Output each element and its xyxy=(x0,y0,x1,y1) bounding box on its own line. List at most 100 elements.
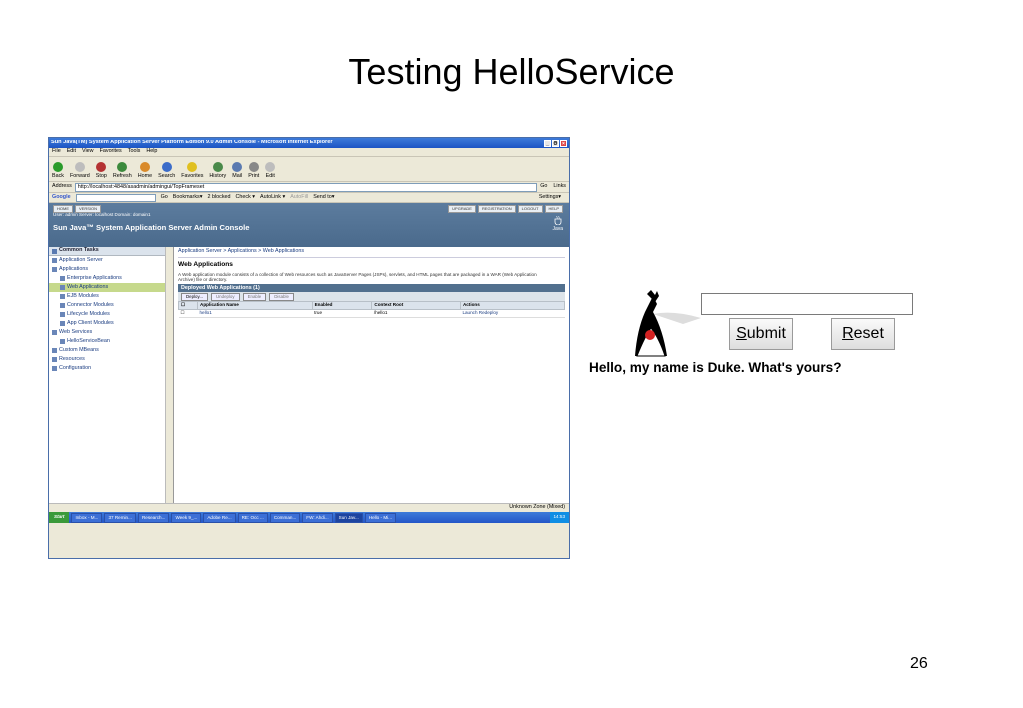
toolbar-button-mail[interactable]: Mail xyxy=(232,161,243,179)
row-actions[interactable]: Launch Redeploy xyxy=(460,309,565,318)
common-tasks-link[interactable]: Common Tasks xyxy=(49,247,173,256)
menu-view[interactable]: View xyxy=(82,148,94,154)
app-name-link[interactable]: hello1 xyxy=(197,309,313,318)
taskbar-item[interactable]: Hello - Mi... xyxy=(364,512,396,523)
logout-button[interactable]: LOGOUT xyxy=(517,205,543,213)
server-icon xyxy=(52,258,57,263)
google-search-input[interactable] xyxy=(75,193,156,202)
start-button[interactable]: Start xyxy=(49,512,70,523)
bookmarks-button[interactable]: Bookmarks▾ xyxy=(173,194,203,200)
tree-item[interactable]: Custom MBeans xyxy=(49,346,173,355)
disable-button[interactable]: Disable xyxy=(269,292,294,302)
tree-item[interactable]: Web Applications xyxy=(49,283,173,292)
tree-item[interactable]: App Client Modules xyxy=(49,319,173,328)
tree-item[interactable]: Applications xyxy=(49,265,173,274)
browser-window: Sun Java(TM) System Application Server P… xyxy=(48,137,570,559)
popup-blocked-button[interactable]: 2 blocked xyxy=(207,194,230,200)
taskbar-item[interactable]: Inbox - M... xyxy=(71,512,103,523)
reset-button[interactable]: Reset xyxy=(831,318,895,350)
deploy-button[interactable]: Deploy... xyxy=(181,292,209,302)
app-icon xyxy=(60,276,65,281)
enable-button[interactable]: Enable xyxy=(242,292,267,302)
links-button[interactable]: Links xyxy=(553,183,566,189)
address-input[interactable]: http://localhost:4848/asadmin/admingui/T… xyxy=(74,182,538,192)
breadcrumb[interactable]: Application Server > Applications > Web … xyxy=(178,248,565,258)
toolbar-button-search[interactable]: Search xyxy=(158,161,175,179)
taskbar-item[interactable]: RE: Occ ... xyxy=(237,512,268,523)
close-button[interactable]: × xyxy=(560,139,567,147)
toolbar-button-back[interactable]: Back xyxy=(52,161,64,179)
undeploy-button[interactable]: Undeploy xyxy=(211,292,240,302)
content-pane: Application Server > Applications > Web … xyxy=(174,247,569,503)
tree-item[interactable]: Web Services xyxy=(49,328,173,337)
context-root-value: /hello1 xyxy=(371,309,461,318)
toolbar-button-print[interactable]: Print xyxy=(248,161,259,179)
toolbar-button-refresh[interactable]: Refresh xyxy=(113,161,132,179)
taskbar-item[interactable]: Comman... xyxy=(269,512,301,523)
check-button[interactable]: Check ▾ xyxy=(236,194,255,200)
taskbar-item[interactable]: Research... xyxy=(137,512,170,523)
tree-item[interactable]: Lifecycle Modules xyxy=(49,310,173,319)
table-title: Deployed Web Applications (1) xyxy=(178,284,565,293)
search-icon xyxy=(161,161,172,172)
menu-file[interactable]: File xyxy=(52,148,61,154)
app-icon xyxy=(60,294,65,299)
help-button[interactable]: HELP xyxy=(544,205,563,213)
address-bar: Address http://localhost:4848/asadmin/ad… xyxy=(49,182,569,193)
settings-button[interactable]: Settings▾ xyxy=(539,194,561,200)
minimize-button[interactable]: _ xyxy=(544,139,551,147)
go-button[interactable]: Go xyxy=(540,183,547,189)
tree-item[interactable]: EJB Modules xyxy=(49,292,173,301)
taskbar-item[interactable]: 37 Remin... xyxy=(104,512,136,523)
tree-item[interactable]: Enterprise Applications xyxy=(49,274,173,283)
taskbar-item[interactable]: Week 9_... xyxy=(171,512,202,523)
tree-item[interactable]: Configuration xyxy=(49,364,173,373)
column-header[interactable]: Context Root xyxy=(371,301,461,310)
bean-icon xyxy=(60,339,65,344)
column-header[interactable]: Application Name xyxy=(197,301,313,310)
menu-tools[interactable]: Tools xyxy=(128,148,141,154)
toolbar-button-favorites[interactable]: Favorites xyxy=(181,161,203,179)
toolbar-button-history[interactable]: History xyxy=(209,161,226,179)
sendto-button[interactable]: Send to▾ xyxy=(313,194,334,200)
google-go-button[interactable]: Go xyxy=(161,194,168,200)
history-icon xyxy=(212,161,223,172)
toolbar-button-edit[interactable]: Edit xyxy=(265,161,276,179)
enabled-value: true xyxy=(312,309,372,318)
tree-item[interactable]: Application Server xyxy=(49,256,173,265)
console-masthead: HOME VERSION UPGRADE REGISTRATION LOGOUT… xyxy=(49,203,569,247)
registration-button[interactable]: REGISTRATION xyxy=(477,205,516,213)
toolbar-button-home[interactable]: Home xyxy=(138,161,152,179)
autolink-button[interactable]: AutoLink ▾ xyxy=(260,194,285,200)
column-header[interactable]: Enabled xyxy=(311,301,373,310)
tree-scrollbar[interactable] xyxy=(165,247,173,503)
menu-bar: File Edit View Favorites Tools Help xyxy=(49,148,569,157)
tree-item[interactable]: Connector Modules xyxy=(49,301,173,310)
maximize-button[interactable]: Θ xyxy=(552,139,559,147)
toolbar-button-forward[interactable]: Forward xyxy=(70,161,90,179)
select-all-header[interactable]: ☐ xyxy=(178,301,198,310)
taskbar-item[interactable]: Sun Jav... xyxy=(334,512,363,523)
submit-button[interactable]: Submit xyxy=(729,318,793,350)
menu-help[interactable]: Help xyxy=(146,148,157,154)
duke-greeting: Hello, my name is Duke. What's yours? xyxy=(589,360,842,375)
address-label: Address xyxy=(52,183,72,190)
back-icon xyxy=(52,161,63,172)
taskbar-item[interactable]: Adobe Re... xyxy=(203,512,236,523)
name-input[interactable] xyxy=(701,293,913,315)
submit-mnemonic: S xyxy=(736,325,747,342)
upgrade-button[interactable]: UPGRADE xyxy=(448,205,476,213)
stop-icon xyxy=(96,161,107,172)
mail-icon xyxy=(232,161,243,172)
toolbar-button-stop[interactable]: Stop xyxy=(96,161,107,179)
tree-item[interactable]: HelloServiceBean xyxy=(49,337,173,346)
menu-favorites[interactable]: Favorites xyxy=(100,148,122,154)
zone-status: Unknown Zone (Mixed) xyxy=(509,504,565,511)
taskbar-item[interactable]: FW: Ahdi... xyxy=(302,512,333,523)
autofill-button[interactable]: AutoFill xyxy=(290,194,308,200)
column-header: Actions xyxy=(459,301,566,310)
tree-item[interactable]: Resources xyxy=(49,355,173,364)
console-body: Common Tasks Application Server Applicati… xyxy=(49,247,569,503)
menu-edit[interactable]: Edit xyxy=(67,148,76,154)
row-checkbox[interactable]: ☐ xyxy=(178,309,198,318)
